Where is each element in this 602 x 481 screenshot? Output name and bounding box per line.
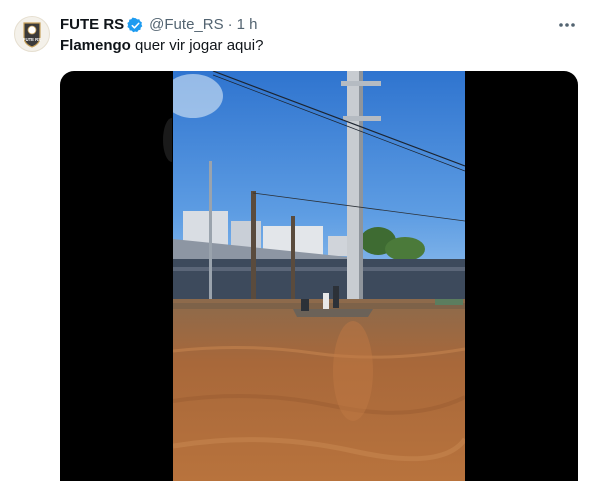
video-player[interactable] — [60, 71, 578, 481]
tweet-card[interactable]: FUTE RS FUTE RS @Fute_RS · 1 h Flamengo … — [0, 0, 602, 481]
more-options-icon[interactable] — [558, 18, 576, 32]
tweet-text-bold: Flamengo — [60, 37, 131, 54]
tweet-text: Flamengo quer vir jogar aqui? — [60, 36, 263, 56]
avatar-logo-icon: FUTE RS — [23, 22, 41, 48]
display-name[interactable]: FUTE RS — [60, 15, 124, 35]
video-edge-object — [163, 118, 172, 162]
video-frame-flooded-street — [173, 71, 465, 481]
timestamp[interactable]: 1 h — [237, 15, 258, 35]
tweet-header: FUTE RS @Fute_RS · 1 h — [60, 14, 582, 36]
account-avatar[interactable]: FUTE RS — [14, 16, 50, 52]
separator-dot: · — [227, 16, 233, 33]
avatar-text: FUTE RS — [23, 37, 41, 42]
tweet-text-rest: quer vir jogar aqui? — [130, 37, 264, 54]
verified-badge-icon — [127, 16, 143, 32]
account-handle[interactable]: @Fute_RS — [149, 15, 223, 35]
